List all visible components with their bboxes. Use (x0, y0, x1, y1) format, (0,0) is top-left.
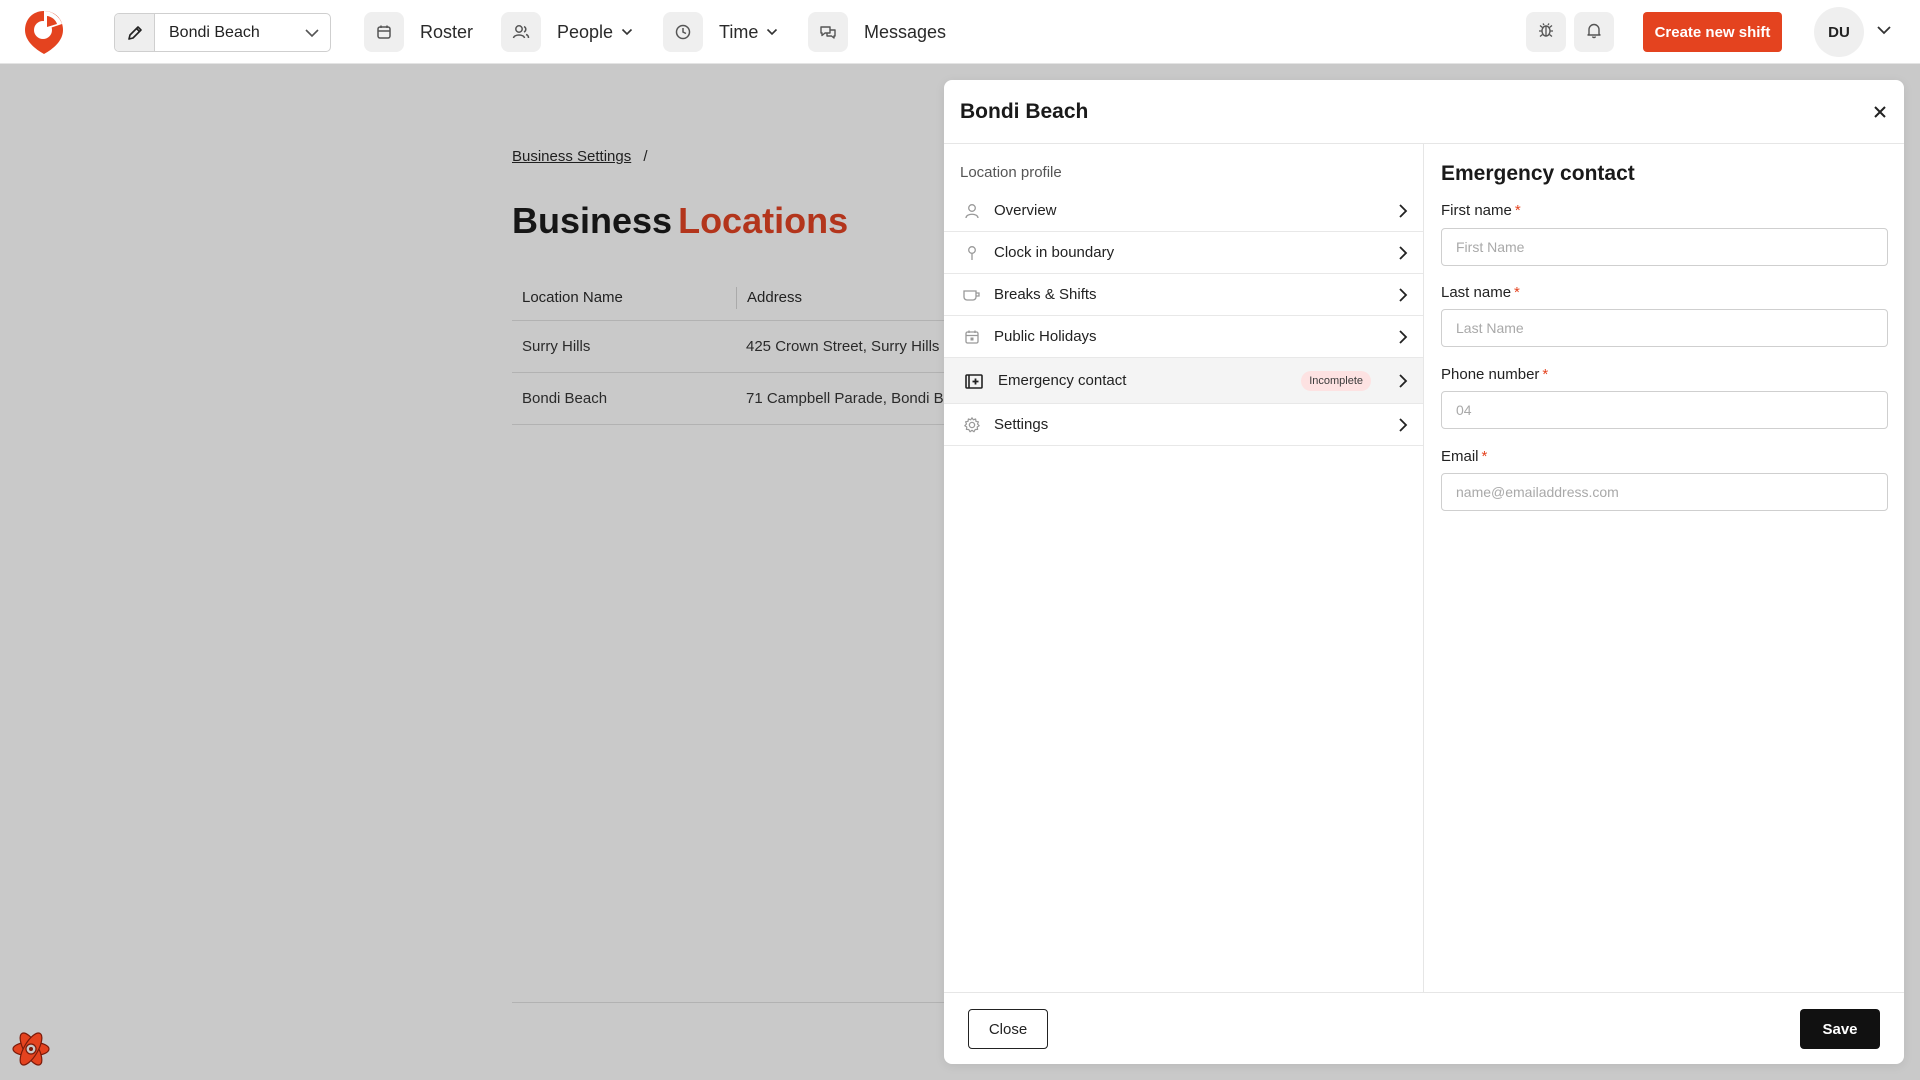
bug-report-button[interactable] (1526, 12, 1566, 52)
table-row[interactable]: Bondi Beach 71 Campbell Parade, Bondi Be… (512, 373, 972, 425)
nav-time[interactable]: Time (663, 12, 778, 52)
menu-item-label: Overview (994, 202, 1057, 219)
chevron-right-icon (1383, 417, 1423, 433)
section-label: Location profile (960, 164, 1062, 181)
nav-roster[interactable]: Roster (364, 12, 473, 52)
page-title-main: Business (512, 200, 673, 241)
phone-number-label: Phone number * (1441, 366, 1548, 383)
close-button[interactable]: Close (968, 1009, 1048, 1049)
notifications-button[interactable] (1574, 12, 1614, 52)
chevron-down-icon[interactable] (1876, 22, 1892, 40)
menu-item-clock-in-boundary[interactable]: Clock in boundary (944, 232, 1423, 274)
people-icon (501, 12, 541, 52)
email-label: Email * (1441, 448, 1487, 465)
cup-icon (944, 286, 994, 304)
chat-bubbles-icon (808, 12, 848, 52)
menu-item-breaks-shifts[interactable]: Breaks & Shifts (944, 274, 1423, 316)
location-profile-menu-panel: Location profile Overview Clock in bound… (944, 144, 1424, 992)
drawer-footer: Close Save (944, 992, 1904, 1064)
create-new-shift-button[interactable]: Create new shift (1643, 12, 1782, 52)
nav-time-label: Time (719, 21, 759, 42)
page-title: Business Locations (512, 200, 848, 242)
email-input[interactable] (1441, 473, 1888, 511)
required-marker: * (1542, 366, 1549, 383)
menu-item-label: Public Holidays (994, 328, 1097, 345)
nav-people-label: People (557, 21, 614, 42)
menu-item-emergency-contact[interactable]: Emergency contact Incomplete (944, 358, 1423, 404)
menu-item-label: Clock in boundary (994, 244, 1115, 261)
last-name-input[interactable] (1441, 309, 1888, 347)
phone-number-input[interactable] (1441, 391, 1888, 429)
nav-roster-label: Roster (420, 21, 474, 42)
email-label-text: Email (1441, 448, 1479, 465)
save-button[interactable]: Save (1800, 1009, 1880, 1049)
devtools-atom-icon[interactable] (10, 1028, 52, 1070)
last-name-label-text: Last name (1441, 284, 1512, 301)
cell-location-name: Bondi Beach (522, 390, 608, 407)
pin-icon (944, 244, 994, 262)
breadcrumb-business-settings[interactable]: Business Settings (512, 148, 631, 165)
nav-messages-label: Messages (864, 21, 947, 42)
location-profile-drawer: Bondi Beach Location profile Overview Cl… (944, 80, 1904, 1064)
menu-item-label: Breaks & Shifts (994, 286, 1097, 303)
location-selector-value: Bondi Beach (169, 23, 260, 41)
first-name-input[interactable] (1441, 228, 1888, 266)
column-header-location-name[interactable]: Location Name (512, 289, 736, 306)
nav-messages[interactable]: Messages (808, 12, 946, 52)
last-name-label: Last name * (1441, 284, 1520, 301)
first-name-label-text: First name (1441, 202, 1512, 219)
close-icon[interactable] (1868, 100, 1892, 124)
table-row[interactable]: Surry Hills 425 Crown Street, Surry Hill… (512, 321, 972, 373)
calendar-icon (364, 12, 404, 52)
incomplete-status-badge: Incomplete (1301, 370, 1371, 391)
menu-item-label: Emergency contact (998, 372, 1127, 389)
location-profile-menu: Overview Clock in boundary Breaks & Shif… (944, 190, 1423, 446)
brand-logo-icon[interactable] (22, 8, 66, 56)
chevron-right-icon (1383, 373, 1423, 389)
required-marker: * (1481, 448, 1488, 465)
divider (512, 1002, 962, 1003)
required-marker: * (1514, 202, 1521, 219)
chevron-right-icon (1383, 287, 1423, 303)
calendar-icon (944, 328, 994, 346)
chevron-right-icon (1383, 329, 1423, 345)
breadcrumb: Business Settings / (512, 148, 648, 165)
menu-item-public-holidays[interactable]: Public Holidays (944, 316, 1423, 358)
bell-icon (1585, 21, 1603, 44)
chevron-right-icon (1383, 245, 1423, 261)
first-aid-icon (944, 372, 998, 390)
locations-table: Location Name Address Surry Hills 425 Cr… (512, 275, 972, 425)
drawer-header: Bondi Beach (944, 80, 1904, 144)
emergency-contact-form: Emergency contact First name* Last name*… (1425, 144, 1904, 992)
gear-icon (944, 416, 994, 434)
form-title: Emergency contact (1441, 162, 1635, 185)
location-selector[interactable]: Bondi Beach (114, 13, 331, 52)
phone-number-label-text: Phone number (1441, 366, 1540, 383)
user-icon (944, 202, 994, 220)
user-avatar[interactable]: DU (1814, 7, 1864, 57)
breadcrumb-separator: / (643, 148, 648, 165)
chevron-down-icon (766, 28, 778, 36)
required-marker: * (1514, 284, 1520, 301)
pencil-icon[interactable] (115, 14, 155, 51)
nav-people[interactable]: People (501, 12, 633, 52)
menu-item-label: Settings (994, 416, 1049, 433)
cell-address: 71 Campbell Parade, Bondi Beach (746, 390, 972, 407)
page-title-accent: Locations (678, 200, 849, 241)
top-navigation-bar: Bondi Beach Roster People Time Messages … (0, 0, 1920, 64)
menu-item-settings[interactable]: Settings (944, 404, 1423, 446)
first-name-label: First name * (1441, 202, 1521, 219)
chevron-right-icon (1383, 203, 1423, 219)
cell-location-name: Surry Hills (522, 338, 591, 355)
bug-icon (1537, 21, 1555, 44)
column-header-address[interactable]: Address (736, 286, 972, 309)
menu-item-overview[interactable]: Overview (944, 190, 1423, 232)
cell-address: 425 Crown Street, Surry Hills NSW (746, 338, 972, 355)
clock-icon (663, 12, 703, 52)
table-header: Location Name Address (512, 275, 972, 321)
drawer-title: Bondi Beach (960, 100, 1089, 123)
chevron-down-icon (621, 28, 633, 36)
chevron-down-icon (294, 28, 330, 38)
